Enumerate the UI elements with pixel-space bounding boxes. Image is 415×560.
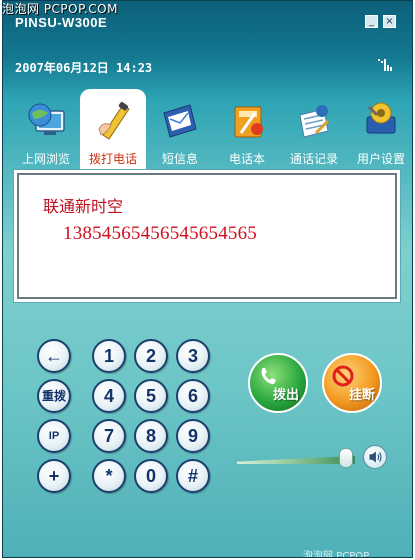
hangup-button-label: 挂断 (348, 388, 375, 403)
key-6[interactable]: 6 (176, 379, 210, 413)
volume-slider[interactable] (237, 456, 355, 464)
ip-key[interactable]: IP (37, 419, 71, 453)
key-9[interactable]: 9 (176, 419, 210, 453)
key-3[interactable]: 3 (176, 339, 210, 373)
contacts-book-icon (234, 106, 263, 138)
close-button[interactable]: × (383, 15, 396, 28)
speaker-icon[interactable] (363, 445, 387, 469)
tab-label: 用户设置 (356, 152, 405, 166)
tab-label: 短信息 (161, 152, 198, 166)
redial-key[interactable]: 重拨 (37, 379, 71, 413)
settings-icon (366, 102, 396, 134)
key-7[interactable]: 7 (92, 419, 126, 453)
call-button-label: 拨出 (272, 388, 299, 403)
message-icon (163, 104, 197, 138)
star-key[interactable]: * (92, 459, 126, 493)
app-window: PINSU-W300E _ × 2007年06月12日 14:23 上网浏览 拨… (2, 0, 413, 558)
main-tabs: 上网浏览 拨打电话 短信息 电话本 通话记录 用户设置 (13, 89, 405, 169)
dialed-number: 13854565456545654565 (63, 223, 257, 244)
key-2[interactable]: 2 (134, 339, 168, 373)
number-display-frame: 联通新时空 13854565456545654565 (13, 169, 401, 303)
phone-handset-icon (98, 102, 130, 140)
key-0[interactable]: 0 (134, 459, 168, 493)
plus-key[interactable]: + (37, 459, 71, 493)
minimize-button[interactable]: _ (365, 15, 378, 28)
hash-key[interactable]: # (176, 459, 210, 493)
tab-label: 上网浏览 (21, 152, 70, 166)
key-1[interactable]: 1 (92, 339, 126, 373)
watermark-bottom: 泡泡网 PCPOP (303, 551, 370, 558)
tab-call-log[interactable]: 通话记录 (281, 89, 347, 169)
call-button[interactable]: 拨出 (248, 353, 308, 413)
key-4[interactable]: 4 (92, 379, 126, 413)
watermark-top: 泡泡网 PCPOP.COM (2, 2, 118, 16)
window-title: PINSU-W300E (15, 15, 108, 30)
backspace-key[interactable]: ← (37, 339, 71, 373)
date-time: 2007年06月12日 14:23 (15, 61, 153, 75)
globe-computer-icon (28, 103, 65, 135)
number-display: 联通新时空 13854565456545654565 (17, 173, 397, 299)
carrier-name: 联通新时空 (43, 197, 124, 216)
key-8[interactable]: 8 (134, 419, 168, 453)
call-log-icon (299, 105, 330, 138)
tab-sms[interactable]: 短信息 (147, 89, 213, 169)
signal-icon (378, 59, 392, 71)
key-5[interactable]: 5 (134, 379, 168, 413)
tab-settings[interactable]: 用户设置 (348, 89, 412, 169)
tab-phonebook[interactable]: 电话本 (214, 89, 280, 169)
tab-web-browse[interactable]: 上网浏览 (13, 89, 79, 169)
volume-slider-handle[interactable] (339, 448, 353, 468)
tab-label: 通话记录 (289, 152, 338, 166)
tab-label: 拨打电话 (88, 152, 137, 166)
tab-dial[interactable]: 拨打电话 (80, 89, 146, 169)
tab-label: 电话本 (228, 152, 265, 166)
hangup-button[interactable]: 挂断 (322, 353, 382, 413)
